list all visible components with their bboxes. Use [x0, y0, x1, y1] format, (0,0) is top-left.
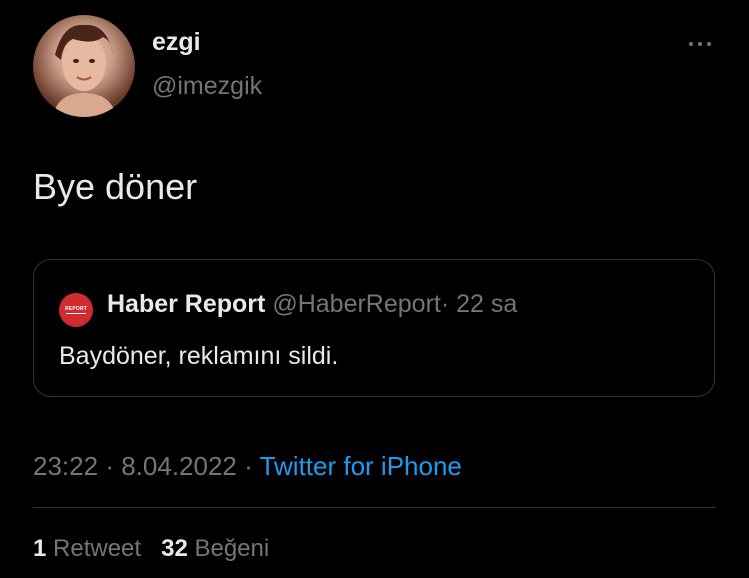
author-avatar[interactable]	[33, 15, 135, 117]
tweet-stats: 1 Retweet 32 Beğeni	[33, 535, 269, 563]
tweet-meta: 23:22 · 8.04.2022 · Twitter for iPhone	[33, 451, 462, 482]
retweet-label: Retweet	[53, 535, 142, 562]
like-count: 32	[161, 535, 188, 562]
quoted-tweet-card[interactable]: REPORT Haber Report @HaberReport· 22 sa …	[33, 259, 715, 397]
quoted-header: Haber Report @HaberReport· 22 sa	[107, 290, 517, 319]
dot	[698, 42, 702, 46]
retweets-stat[interactable]: 1 Retweet	[33, 535, 141, 562]
tweet-text: Bye döner	[33, 166, 198, 207]
logo-underline	[66, 313, 86, 314]
tweet-date[interactable]: 8.04.2022	[121, 451, 237, 481]
retweet-count: 1	[33, 535, 47, 562]
quoted-text: Baydöner, reklamını sildi.	[59, 342, 339, 370]
tweet-source-link[interactable]: Twitter for iPhone	[260, 451, 462, 481]
avatar-photo-icon	[53, 24, 117, 117]
more-options-icon[interactable]	[684, 34, 716, 54]
dot	[689, 42, 693, 46]
author-handle[interactable]: @imezgik	[152, 72, 262, 101]
divider	[33, 507, 716, 508]
meta-separator: ·	[105, 451, 114, 481]
quoted-timestamp[interactable]: 22 sa	[456, 290, 517, 318]
likes-stat[interactable]: 32 Beğeni	[161, 535, 269, 562]
quoted-handle[interactable]: @HaberReport	[272, 290, 441, 318]
like-label: Beğeni	[194, 535, 270, 562]
quoted-separator: ·	[440, 290, 450, 318]
tweet-time[interactable]: 23:22	[33, 451, 98, 481]
logo-text: REPORT	[64, 306, 88, 312]
quoted-display-name[interactable]: Haber Report	[107, 290, 265, 318]
meta-separator: ·	[244, 451, 253, 481]
author-display-name[interactable]: ezgi	[152, 28, 201, 57]
dot	[707, 42, 711, 46]
haber-report-logo-icon[interactable]: REPORT	[59, 293, 93, 327]
